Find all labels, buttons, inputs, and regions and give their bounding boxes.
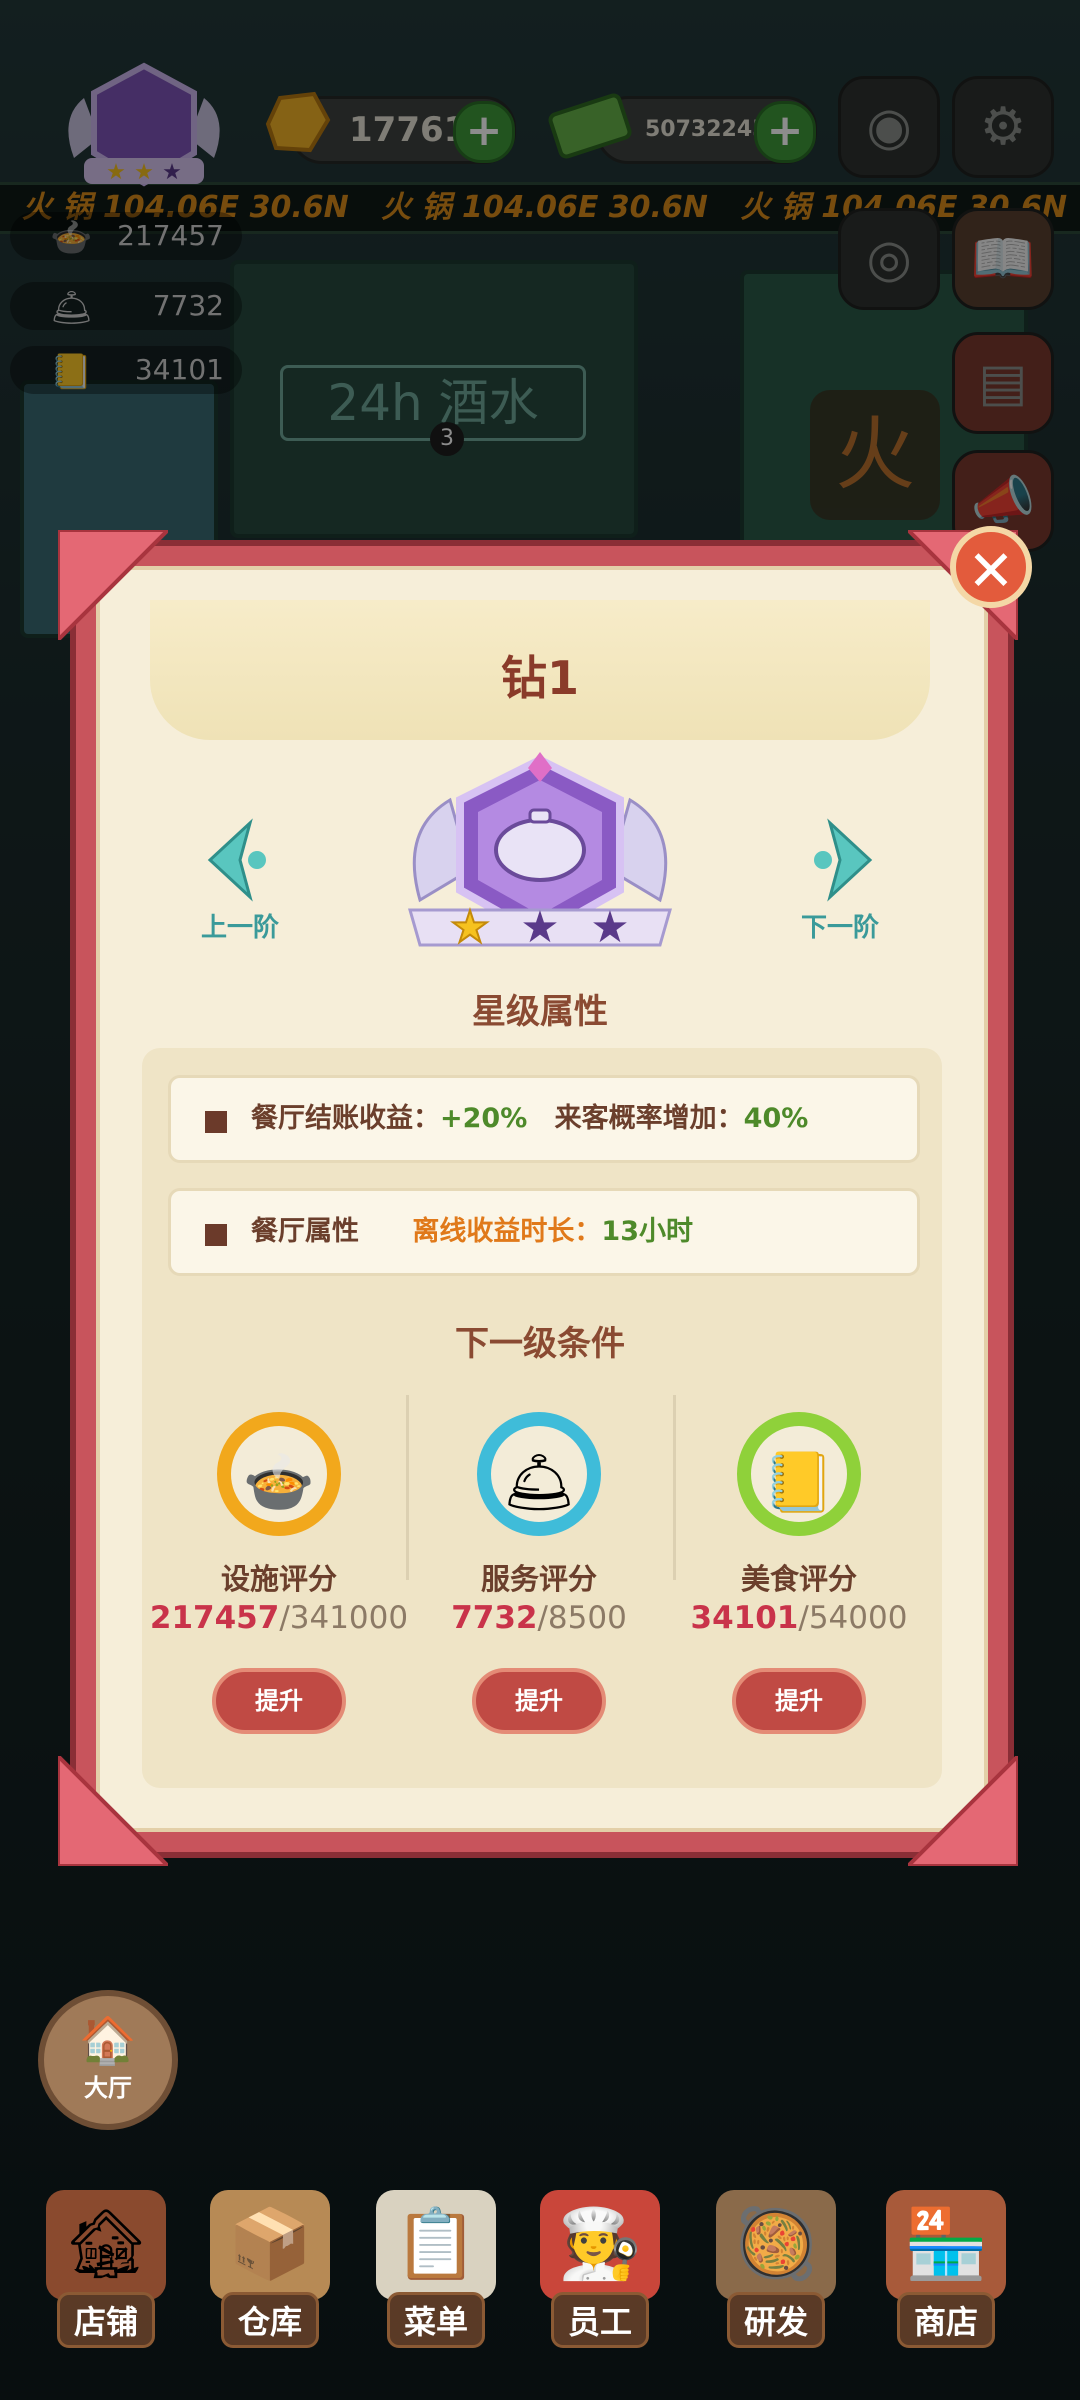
hall-button[interactable]: 🏠 大厅 (38, 1990, 178, 2130)
facility-score-progress: 217457/341000 (149, 1600, 409, 1636)
arrow-left-icon (207, 818, 266, 902)
svg-text:★: ★ (450, 902, 489, 953)
service-cloche-icon: 🛎 (502, 1448, 576, 1516)
service-progress-ring: 🛎 (477, 1412, 601, 1536)
prev-tier-button[interactable]: 上一阶 (160, 815, 320, 945)
prev-tier-label: 上一阶 (200, 913, 279, 943)
nav-research[interactable]: 🥘 研发 (696, 2180, 856, 2380)
guest-rate-value: 40% (743, 1103, 809, 1134)
service-score-progress: 7732/8500 (409, 1600, 669, 1636)
nav-menu[interactable]: 📋 菜单 (356, 2180, 516, 2380)
food-score-progress: 34101/54000 (669, 1600, 929, 1636)
warehouse-icon: 📦 (210, 2190, 330, 2300)
diamond-rank-badge-icon: ★ ★ ★ (408, 752, 672, 954)
guest-rate-label: 来客概率增加： (554, 1103, 744, 1134)
next-level-conditions-title: 下一级条件 (455, 1324, 625, 1364)
nav-staff-label: 员工 (550, 2292, 649, 2348)
store-icon: 🏪 (886, 2190, 1006, 2300)
nav-warehouse[interactable]: 📦 仓库 (190, 2180, 350, 2380)
bottom-navigation: 🏚 店铺 📦 仓库 📋 菜单 🧑‍🍳 员工 🥘 研发 🏪 商店 (0, 2180, 1080, 2400)
facility-progress-ring: 🍲 (217, 1412, 341, 1536)
staff-icon: 🧑‍🍳 (540, 2190, 660, 2300)
food-upgrade-button[interactable]: 提升 (732, 1668, 866, 1734)
shop-icon: 🏚 (46, 2190, 166, 2300)
svg-text:★: ★ (590, 902, 629, 953)
facility-current: 217457 (149, 1600, 280, 1636)
hall-building-icon: 🏠 (79, 2013, 137, 2067)
facility-score-label: 设施评分 (220, 1562, 337, 1596)
nav-menu-label: 菜单 (386, 2292, 485, 2348)
nav-warehouse-label: 仓库 (220, 2292, 319, 2348)
close-button[interactable]: ✕ (950, 526, 1032, 608)
nav-shop-label: 店铺 (56, 2292, 155, 2348)
star-attributes-title: 星级属性 (472, 992, 608, 1032)
nav-store[interactable]: 🏪 商店 (866, 2180, 1026, 2380)
offline-duration-label: 离线收益时长： (412, 1216, 602, 1247)
research-icon: 🥘 (716, 2190, 836, 2300)
nav-staff[interactable]: 🧑‍🍳 员工 (520, 2180, 680, 2380)
service-total: /8500 (537, 1600, 627, 1636)
next-tier-label: 下一阶 (800, 913, 879, 943)
restaurant-attribute-label: 餐厅属性 (251, 1216, 359, 1247)
food-progress-ring: 📒 (737, 1412, 861, 1536)
hotpot-pot-icon: 🍲 (242, 1448, 316, 1516)
nav-store-label: 商店 (896, 2292, 995, 2348)
next-tier-button[interactable]: 下一阶 (760, 815, 920, 945)
column-divider (673, 1395, 676, 1580)
bullet-square-icon (205, 1111, 227, 1133)
facility-upgrade-button[interactable]: 提升 (212, 1668, 346, 1734)
rank-title: 钻1 (500, 651, 579, 705)
service-score-label: 服务评分 (480, 1562, 597, 1596)
recipe-book-icon: 📒 (762, 1448, 836, 1516)
column-divider (406, 1395, 409, 1580)
food-current: 34101 (690, 1600, 799, 1636)
checkout-income-value: +20% (440, 1103, 528, 1134)
facility-total: /341000 (279, 1600, 409, 1636)
service-upgrade-button[interactable]: 提升 (472, 1668, 606, 1734)
arrow-right-icon (814, 818, 873, 902)
svg-text:★: ★ (520, 902, 559, 953)
food-total: /54000 (798, 1600, 908, 1636)
service-current: 7732 (451, 1600, 538, 1636)
food-score-label: 美食评分 (740, 1562, 857, 1596)
nav-research-label: 研发 (726, 2292, 825, 2348)
menu-icon: 📋 (376, 2190, 496, 2300)
offline-duration-value: 13小时 (601, 1216, 693, 1247)
bullet-square-icon (205, 1224, 227, 1246)
checkout-income-label: 餐厅结账收益： (251, 1103, 440, 1134)
hall-label: 大厅 (84, 2074, 132, 2102)
close-icon: ✕ (967, 539, 1015, 604)
checkout-attribute-row: 餐厅结账收益：+20% 来客概率增加：40% (168, 1075, 920, 1163)
nav-shop[interactable]: 🏚 店铺 (26, 2180, 186, 2380)
restaurant-attribute-row: 餐厅属性 离线收益时长：13小时 (168, 1188, 920, 1276)
